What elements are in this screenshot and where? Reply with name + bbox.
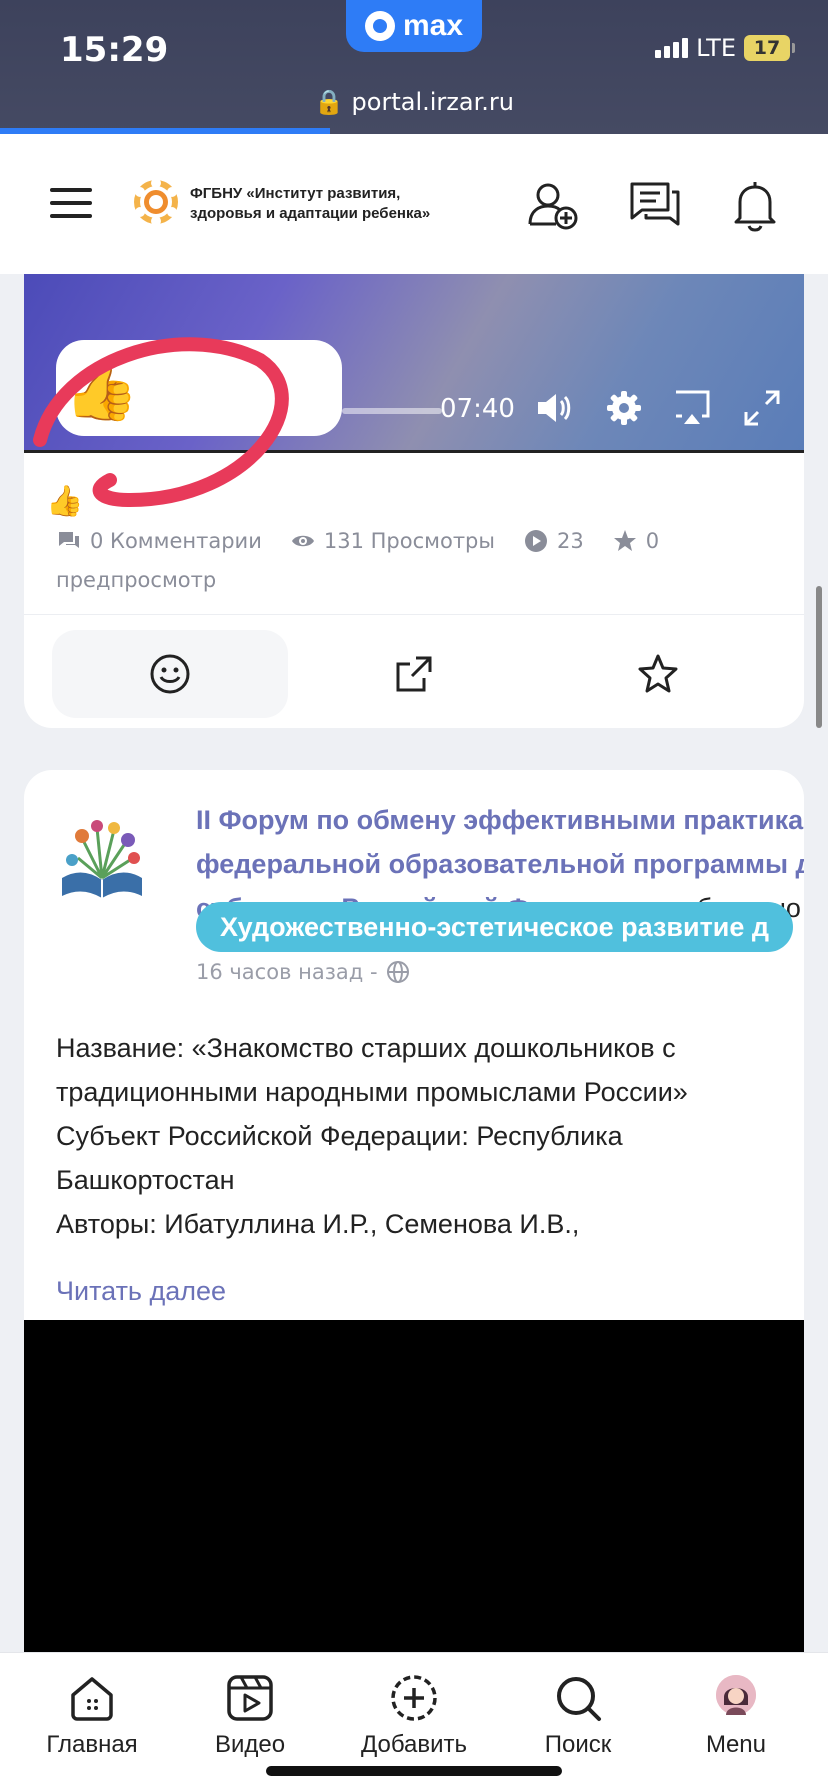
video-icon xyxy=(227,1675,273,1721)
nav-menu[interactable]: Menu xyxy=(666,1671,806,1759)
play-circle-icon xyxy=(524,530,547,552)
comments-icon xyxy=(59,532,79,548)
views-stat: 131 Просмотры xyxy=(290,528,495,554)
institute-logo[interactable] xyxy=(130,176,182,228)
status-time: 15:29 xyxy=(60,30,169,70)
post-card-2: II Форум по обмену эффективными практика… xyxy=(24,770,804,1792)
preview-link[interactable]: предпросмотр xyxy=(56,568,216,592)
network-label: LTE xyxy=(696,34,736,62)
nav-add[interactable]: Добавить xyxy=(344,1671,484,1759)
avatar-icon xyxy=(716,1675,756,1715)
max-logo-icon xyxy=(364,11,395,41)
share-button[interactable] xyxy=(296,630,532,718)
video-time: 07:40 xyxy=(440,394,515,424)
video-seek-bar[interactable] xyxy=(342,408,442,414)
site-header: ФГБНУ «Институт развития, здоровья и ада… xyxy=(0,134,828,274)
status-bar: 15:29 max LTE 17 🔒 portal.irzar.ru xyxy=(0,0,828,134)
post-stats: 0 Комментарии 131 Просмотры 23 0 xyxy=(56,528,659,554)
max-app-badge[interactable]: max xyxy=(346,0,482,52)
volume-icon[interactable] xyxy=(534,388,574,428)
nav-home[interactable]: Главная xyxy=(22,1671,162,1759)
star-outline-icon xyxy=(638,654,678,693)
divider xyxy=(24,614,804,615)
url-bar[interactable]: 🔒 portal.irzar.ru xyxy=(0,88,828,116)
star-filled-icon xyxy=(613,530,636,551)
status-indicators: LTE 17 xyxy=(655,34,795,62)
category-tag[interactable]: Художественно-эстетическое развитие д xyxy=(196,902,794,952)
react-button[interactable] xyxy=(52,630,288,718)
scrollbar[interactable] xyxy=(816,586,822,728)
lock-icon: 🔒 xyxy=(314,88,344,116)
notifications-bell-icon[interactable] xyxy=(728,178,782,232)
eye-icon xyxy=(291,535,314,547)
fullscreen-icon[interactable] xyxy=(742,388,782,428)
home-indicator xyxy=(266,1766,562,1776)
airplay-icon[interactable] xyxy=(672,388,712,428)
user-avatar xyxy=(716,1675,756,1715)
plays-stat: 23 xyxy=(523,528,584,554)
globe-icon xyxy=(386,961,409,983)
max-label: max xyxy=(402,9,464,42)
favorite-button[interactable] xyxy=(540,630,776,718)
read-more-link[interactable]: Читать далее xyxy=(56,1276,226,1307)
add-user-icon[interactable] xyxy=(526,178,580,232)
share-icon xyxy=(396,656,432,692)
post-body: Название: «Знакомство старших дошкольник… xyxy=(56,1033,688,1239)
hamburger-menu-icon[interactable] xyxy=(50,188,92,218)
home-icon xyxy=(71,1677,113,1721)
org-name[interactable]: ФГБНУ «Институт развития, здоровья и ада… xyxy=(190,184,450,224)
url-text: portal.irzar.ru xyxy=(351,88,514,116)
forum-avatar-image[interactable] xyxy=(52,808,152,908)
add-circle-icon xyxy=(391,1675,437,1721)
comments-stat[interactable]: 0 Комментарии xyxy=(56,528,262,554)
stars-stat: 0 xyxy=(612,528,659,554)
messages-icon[interactable] xyxy=(628,178,682,232)
settings-gear-icon[interactable] xyxy=(604,388,644,428)
post-meta: 16 часов назад - xyxy=(196,960,410,984)
search-icon xyxy=(557,1677,601,1721)
nav-search[interactable]: Поиск xyxy=(508,1671,648,1759)
red-annotation-circle xyxy=(33,337,289,508)
signal-icon xyxy=(655,38,689,58)
smile-icon xyxy=(150,654,190,694)
battery-icon: 17 xyxy=(744,35,795,61)
nav-video[interactable]: Видео xyxy=(180,1671,320,1759)
